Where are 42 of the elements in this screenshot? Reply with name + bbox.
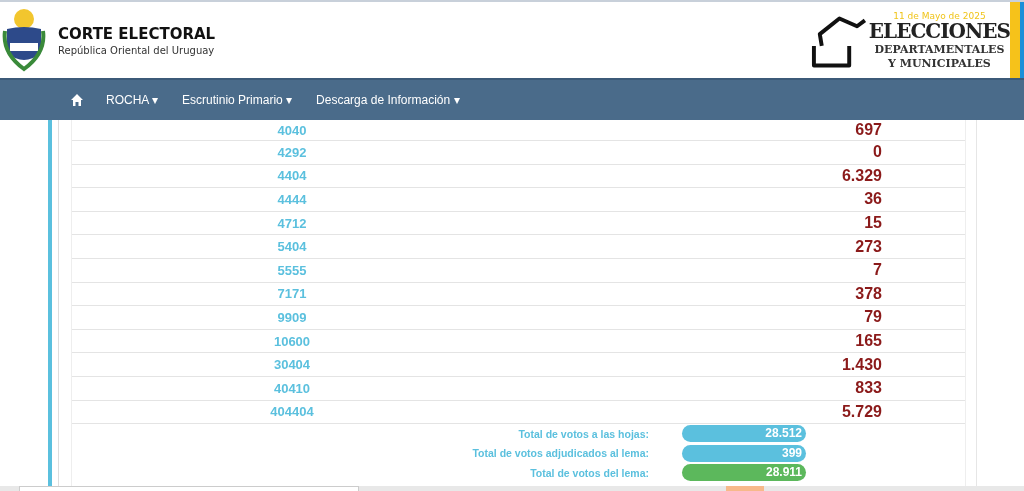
home-icon[interactable] bbox=[70, 93, 84, 107]
total-badge: 28.911 bbox=[682, 464, 806, 482]
total-label: Total de votos adjudicados al lema: bbox=[471, 447, 649, 460]
nav-menu[interactable]: Descarga de Información ▾ bbox=[316, 93, 460, 107]
list-number: 5404 bbox=[276, 239, 308, 255]
list-number: 30404 bbox=[272, 357, 312, 373]
total-label: Total de votos a las hojas: bbox=[517, 427, 649, 440]
vote-count: 273 bbox=[854, 237, 882, 256]
total-badge: 28.512 bbox=[682, 425, 806, 443]
banner-subheading: DEPARTAMENTALES bbox=[874, 43, 1005, 55]
vote-count: 1.430 bbox=[840, 355, 882, 374]
list-number: 40410 bbox=[272, 380, 312, 396]
list-number: 9909 bbox=[276, 309, 308, 325]
nav-menu[interactable]: Escrutinio Primario ▾ bbox=[182, 93, 293, 107]
vote-count: 833 bbox=[854, 379, 882, 398]
site-title: CORTE ELECTORAL bbox=[58, 24, 216, 43]
list-number: 7171 bbox=[276, 286, 308, 302]
list-number: 404404 bbox=[269, 404, 315, 420]
vote-count: 6.329 bbox=[840, 166, 882, 185]
vote-count: 7 bbox=[872, 261, 882, 280]
vote-count: 15 bbox=[863, 214, 882, 233]
site-subtitle: República Oriental del Uruguay bbox=[58, 44, 216, 56]
vote-count: 165 bbox=[854, 332, 882, 351]
list-number: 4404 bbox=[276, 168, 308, 184]
vote-count: 79 bbox=[863, 308, 882, 327]
vote-count: 697 bbox=[854, 121, 882, 139]
banner-subheading: Y MUNICIPALES bbox=[888, 57, 991, 69]
vote-count: 5.729 bbox=[840, 402, 882, 421]
list-number: 5555 bbox=[276, 262, 308, 278]
election-date: 11 de Mayo de 2025 bbox=[893, 11, 986, 21]
list-number: 4444 bbox=[276, 192, 308, 207]
vote-count: 378 bbox=[854, 284, 882, 303]
list-number: 10600 bbox=[272, 333, 312, 349]
vote-count: 0 bbox=[872, 143, 882, 162]
list-number: 4040 bbox=[276, 122, 308, 138]
total-label: Total de votos del lema: bbox=[529, 466, 649, 479]
vote-count: 36 bbox=[863, 190, 882, 209]
total-badge: 399 bbox=[682, 444, 806, 462]
nav-menu[interactable]: ROCHA ▾ bbox=[106, 93, 159, 107]
banner-heading: ELECCIONES bbox=[868, 20, 1010, 41]
list-number: 4292 bbox=[276, 144, 308, 160]
list-number: 4712 bbox=[276, 215, 308, 231]
